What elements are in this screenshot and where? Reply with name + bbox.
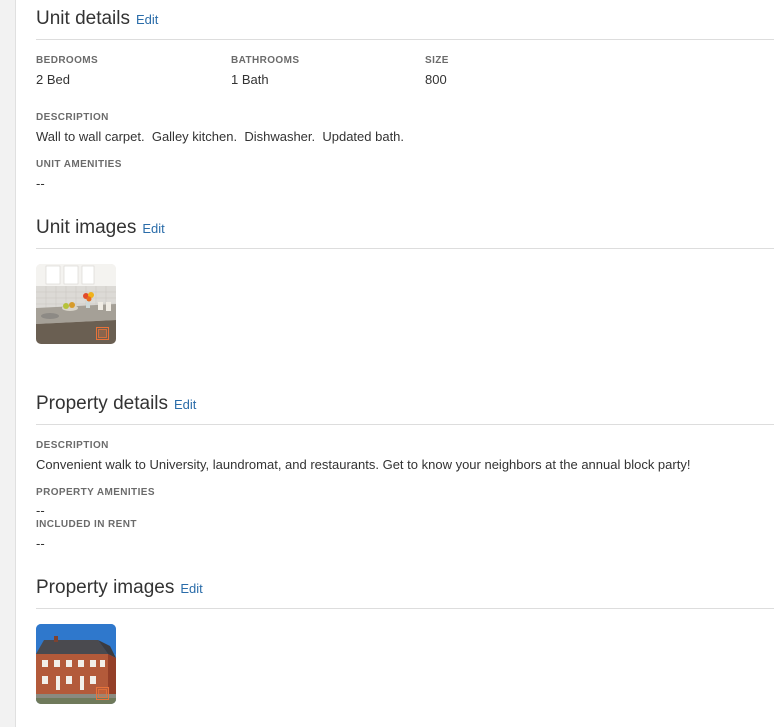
property-amenities-label: PROPERTY AMENITIES — [36, 487, 155, 498]
included-in-rent-field: INCLUDED IN RENT -- — [36, 519, 137, 551]
property-amenities-field: PROPERTY AMENITIES -- — [36, 487, 155, 518]
size-value: 800 — [425, 72, 447, 87]
unit-details-section: Unit details Edit — [36, 8, 774, 40]
image-badge-icon — [96, 327, 109, 340]
unit-details-title: Unit details — [36, 8, 130, 29]
unit-description-label: DESCRIPTION — [36, 112, 109, 123]
size-field: SIZE 800 — [425, 55, 449, 87]
unit-details-header: Unit details Edit — [36, 8, 774, 40]
property-details-title: Property details — [36, 393, 169, 414]
property-details-section: Property details Edit — [36, 393, 774, 425]
image-badge-icon — [96, 687, 109, 700]
property-description-field: DESCRIPTION Convenient walk to Universit… — [36, 440, 690, 472]
property-description-label: DESCRIPTION — [36, 440, 109, 451]
unit-details-edit-link[interactable]: Edit — [136, 12, 158, 27]
unit-description-field: DESCRIPTION Wall to wall carpet. Galley … — [36, 112, 404, 144]
unit-images-section: Unit images Edit — [36, 217, 774, 249]
property-details-edit-link[interactable]: Edit — [174, 397, 196, 412]
unit-amenities-value: -- — [36, 176, 45, 191]
bathrooms-label: BATHROOMS — [231, 55, 300, 66]
included-in-rent-value: -- — [36, 536, 45, 551]
bedrooms-value: 2 Bed — [36, 72, 70, 87]
unit-amenities-field: UNIT AMENITIES -- — [36, 159, 122, 191]
property-image-thumbnail[interactable] — [36, 624, 116, 704]
unit-amenities-label: UNIT AMENITIES — [36, 159, 122, 170]
unit-images-header: Unit images Edit — [36, 217, 774, 249]
property-images-edit-link[interactable]: Edit — [180, 581, 202, 596]
unit-images-title: Unit images — [36, 217, 137, 238]
property-details-header: Property details Edit — [36, 393, 774, 425]
unit-image-thumbnail[interactable] — [36, 264, 116, 344]
property-images-header: Property images Edit — [36, 577, 774, 609]
property-amenities-value: -- — [36, 503, 45, 518]
size-label: SIZE — [425, 55, 449, 66]
bedrooms-field: BEDROOMS 2 Bed — [36, 55, 98, 87]
property-description-value: Convenient walk to University, laundroma… — [36, 457, 691, 472]
unit-description-value: Wall to wall carpet. Galley kitchen. Dis… — [36, 129, 405, 144]
bathrooms-value: 1 Bath — [231, 72, 269, 87]
property-images-title: Property images — [36, 577, 175, 598]
listing-detail-panel: Unit details Edit BEDROOMS 2 Bed BATHROO… — [15, 0, 774, 727]
bedrooms-label: BEDROOMS — [36, 55, 99, 66]
bathrooms-field: BATHROOMS 1 Bath — [231, 55, 299, 87]
property-images-section: Property images Edit — [36, 577, 774, 609]
included-in-rent-label: INCLUDED IN RENT — [36, 519, 137, 530]
unit-images-edit-link[interactable]: Edit — [142, 221, 164, 236]
